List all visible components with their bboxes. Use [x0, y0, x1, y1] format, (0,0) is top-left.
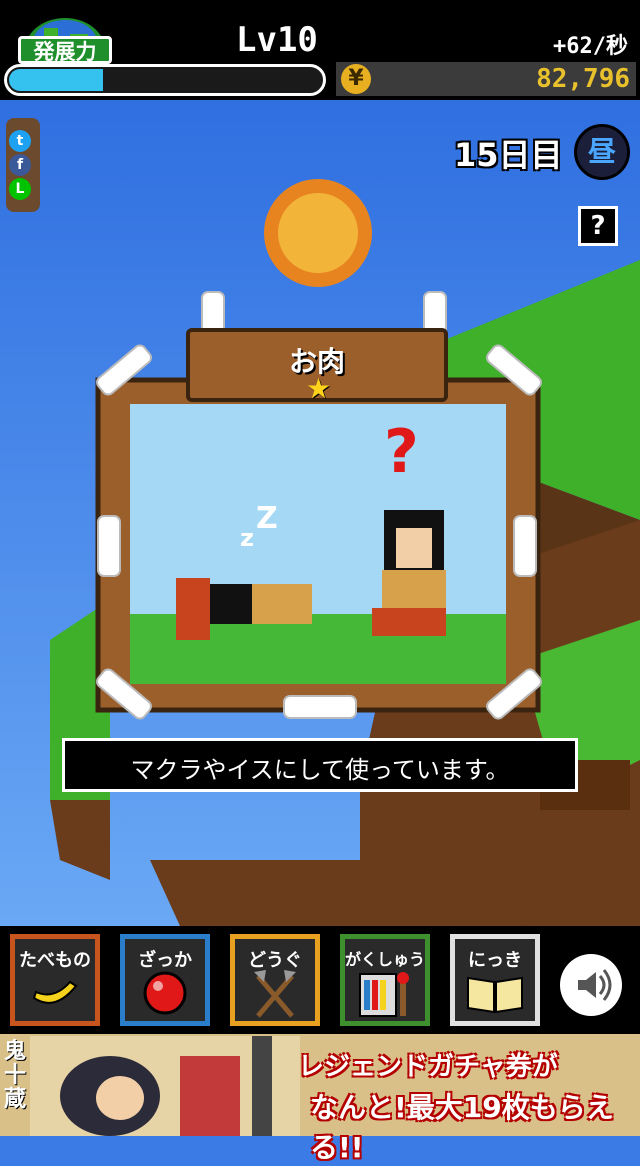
twitter-icon[interactable]: t [9, 130, 31, 152]
books-icon [359, 972, 409, 1017]
item-caption: マクラやイスにして使っています。 [130, 756, 510, 784]
power-label: 発展力 [18, 36, 112, 64]
star-icon: ★ [306, 372, 332, 405]
facebook-icon[interactable]: f [9, 154, 31, 176]
ad-subline: なんと!最大19枚もらえる!! [310, 1091, 614, 1164]
speaker-icon [578, 969, 612, 1001]
menu-food-label: たべもの [19, 950, 91, 971]
level-text: Lv10 [236, 20, 318, 60]
axe-icon [254, 970, 296, 1018]
money-amount: 82,796 [536, 64, 630, 94]
svg-text:z: z [240, 524, 254, 552]
ad-headline: レジェンドガチャ券が [298, 1052, 558, 1082]
daytime-indicator: 昼 [574, 124, 630, 180]
ad-character-art [30, 1036, 300, 1136]
line-icon[interactable]: L [9, 178, 31, 200]
ball-icon [143, 971, 187, 1015]
help-button[interactable]: ? [578, 206, 618, 246]
svg-text:Z: Z [256, 501, 278, 536]
sound-toggle-button[interactable] [560, 954, 622, 1016]
day-counter: 15日目 [454, 136, 563, 174]
svg-text:?: ? [384, 417, 419, 487]
menu-study-label: がくしゅう [344, 950, 425, 969]
income-rate: +62/秒 [553, 34, 628, 59]
yen-icon: ¥ [341, 64, 371, 94]
ad-brand-logo: 鬼十蔵 [4, 1039, 27, 1112]
banana-icon [32, 980, 78, 1004]
menu-diary-label: にっき [468, 950, 522, 971]
development-progress-fill [9, 69, 103, 91]
open-book-icon [467, 976, 523, 1014]
